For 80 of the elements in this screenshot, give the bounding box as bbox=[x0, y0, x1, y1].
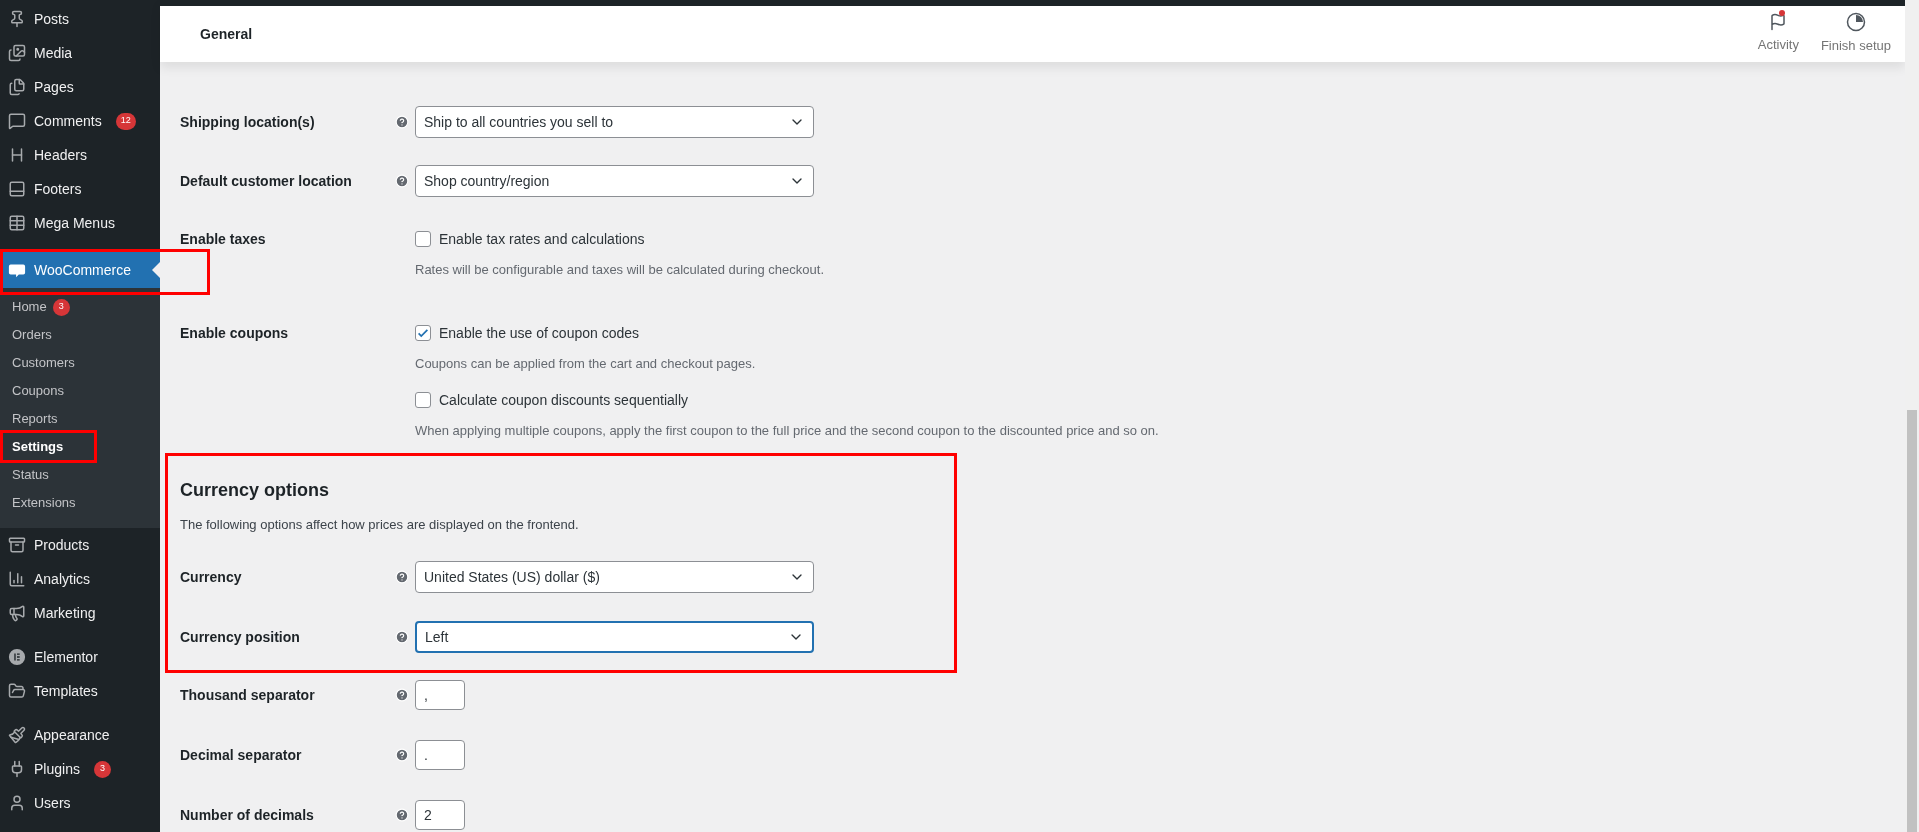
sidebar-menu-item[interactable]: Analytics bbox=[0, 562, 160, 596]
pages-icon bbox=[8, 78, 26, 96]
megaphone-icon bbox=[8, 604, 26, 622]
field-label: Currency bbox=[180, 569, 242, 585]
field-label: Enable taxes bbox=[180, 231, 266, 247]
paintbrush-icon bbox=[8, 726, 26, 744]
submenu-item[interactable]: Extensions bbox=[0, 489, 160, 517]
submenu-item[interactable]: Coupons bbox=[0, 377, 160, 405]
sidebar-menu-item[interactable]: Media bbox=[0, 36, 160, 70]
bar-chart-icon bbox=[8, 570, 26, 588]
finish-setup-button[interactable]: Finish setup bbox=[1820, 12, 1891, 56]
sidebar-menu-item[interactable]: Templates bbox=[0, 674, 160, 708]
images-icon bbox=[8, 44, 26, 62]
field-label: Enable coupons bbox=[180, 325, 289, 341]
footer-icon bbox=[8, 180, 26, 198]
scrollbar-thumb[interactable] bbox=[1907, 410, 1917, 832]
progress-icon bbox=[1845, 12, 1866, 33]
help-icon[interactable] bbox=[395, 174, 409, 188]
sidebar-menu-item[interactable]: Comments 12 bbox=[0, 104, 160, 138]
sidebar-menu-item[interactable]: Marketing bbox=[0, 596, 160, 630]
speech-bubble-icon bbox=[8, 112, 26, 130]
sidebar-menu-item[interactable]: Users bbox=[0, 786, 160, 820]
count-badge: 12 bbox=[115, 112, 136, 130]
user-icon bbox=[8, 794, 26, 812]
field-label: Shipping location(s) bbox=[180, 114, 315, 130]
section-heading: Currency options bbox=[180, 479, 331, 502]
field-description: Coupons can be applied from the cart and checkout pages. bbox=[415, 355, 757, 373]
count-badge: 3 bbox=[52, 298, 70, 316]
field-label: Number of decimals bbox=[180, 807, 314, 823]
checkbox[interactable] bbox=[415, 325, 431, 341]
dropdown-field[interactable]: Left bbox=[415, 621, 814, 653]
submenu-item[interactable]: Customers bbox=[0, 349, 160, 377]
sidebar-menu-item[interactable]: Plugins 3 bbox=[0, 752, 160, 786]
help-icon[interactable] bbox=[395, 748, 409, 762]
checkbox-label: Calculate coupon discounts sequentially bbox=[439, 390, 689, 410]
sidebar-menu-item[interactable]: Headers bbox=[0, 138, 160, 172]
pointer-icon bbox=[152, 262, 160, 278]
sidebar-menu-item[interactable]: Footers bbox=[0, 172, 160, 206]
field-label: Thousand separator bbox=[180, 687, 315, 703]
dropdown-field[interactable]: Shop country/region bbox=[415, 165, 814, 197]
text-field[interactable]: . bbox=[415, 740, 465, 770]
activity-button[interactable]: Activity bbox=[1757, 13, 1799, 55]
archive-icon bbox=[8, 536, 26, 554]
sidebar-menu-item[interactable]: Mega Menus bbox=[0, 206, 160, 240]
field-description: Rates will be configurable and taxes will be calculated during checkout. bbox=[415, 261, 824, 279]
field-label: Currency position bbox=[180, 629, 300, 645]
text-field[interactable]: 2 bbox=[415, 800, 465, 830]
field-label: Decimal separator bbox=[180, 747, 302, 763]
sidebar-menu-item[interactable]: Appearance bbox=[0, 718, 160, 752]
page-title: General bbox=[200, 24, 253, 44]
submenu-item[interactable]: Settings bbox=[0, 433, 160, 461]
submenu-item[interactable]: Status bbox=[0, 461, 160, 489]
help-icon[interactable] bbox=[395, 808, 409, 822]
sidebar-menu-item[interactable]: Posts bbox=[0, 2, 160, 36]
count-badge: 3 bbox=[93, 760, 111, 778]
submenu-item[interactable]: Orders bbox=[0, 321, 160, 349]
pin-icon bbox=[8, 10, 26, 28]
help-icon[interactable] bbox=[395, 115, 409, 129]
circle-logo-icon bbox=[8, 648, 26, 666]
sidebar-menu-item[interactable]: Elementor bbox=[0, 640, 160, 674]
sidebar-menu-item[interactable]: WooCommerce bbox=[0, 252, 160, 288]
field-label: Default customer location bbox=[180, 173, 352, 189]
checkbox[interactable] bbox=[415, 392, 431, 408]
help-icon[interactable] bbox=[395, 570, 409, 584]
help-icon[interactable] bbox=[395, 630, 409, 644]
sidebar-menu-item[interactable]: Pages bbox=[0, 70, 160, 104]
checkbox[interactable] bbox=[415, 231, 431, 247]
folder-icon bbox=[8, 682, 26, 700]
checkbox-label: Enable tax rates and calculations bbox=[439, 229, 645, 249]
table-icon bbox=[8, 214, 26, 232]
submenu-item[interactable]: Home 3 bbox=[0, 293, 160, 321]
field-description: When applying multiple coupons, apply the first coupon to the full price and the second coupon to the discounted price and so on. bbox=[415, 422, 1159, 440]
section-description: The following options affect how prices are displayed on the frontend. bbox=[180, 516, 580, 534]
dropdown-field[interactable]: Ship to all countries you sell to bbox=[415, 106, 814, 138]
submenu-item[interactable]: Reports bbox=[0, 405, 160, 433]
checkbox-label: Enable the use of coupon codes bbox=[439, 323, 640, 343]
sidebar-menu-item[interactable]: Products bbox=[0, 528, 160, 562]
dropdown-field[interactable]: United States (US) dollar ($) bbox=[415, 561, 814, 593]
text-field[interactable]: , bbox=[415, 680, 465, 710]
help-icon[interactable] bbox=[395, 688, 409, 702]
